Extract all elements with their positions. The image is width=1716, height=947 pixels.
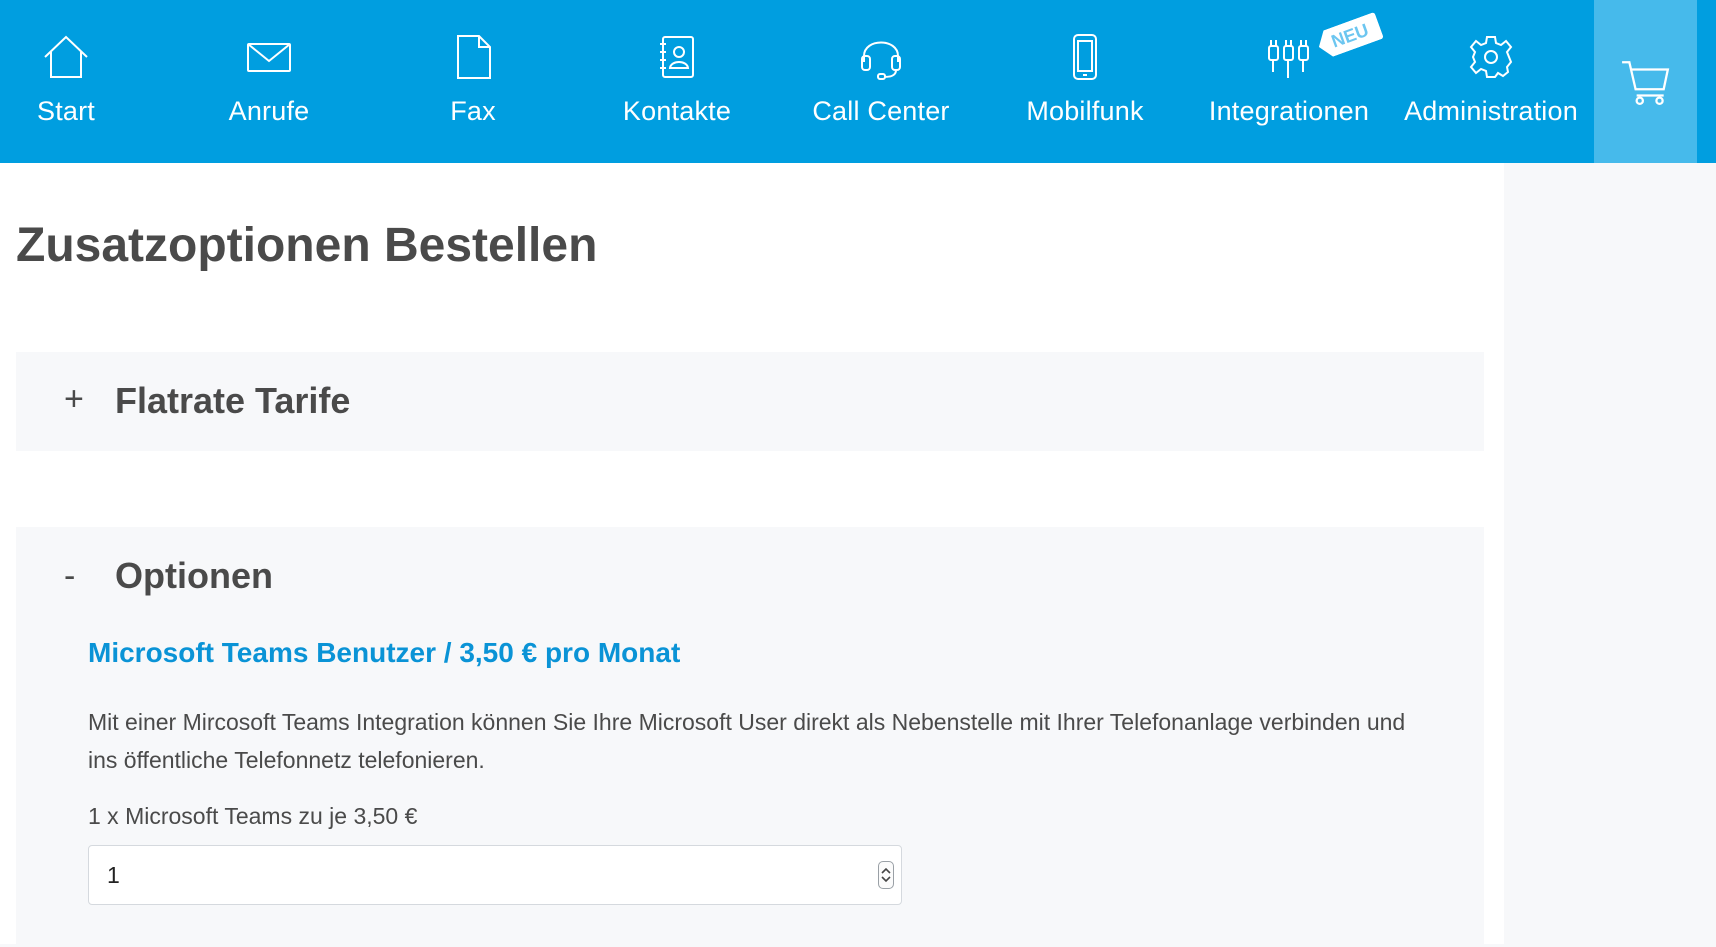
shopping-cart-icon	[1622, 61, 1670, 105]
nav-item-label: Kontakte	[622, 96, 732, 126]
nav-item-fax[interactable]: Fax	[373, 0, 573, 163]
nav-item-mobilfunk[interactable]: Mobilfunk	[985, 0, 1185, 163]
nav-item-call-center[interactable]: Call Center	[781, 0, 981, 163]
new-badge: NEU	[1314, 12, 1384, 60]
document-icon	[446, 30, 500, 84]
nav-item-label: Call Center	[812, 96, 950, 126]
nav-item-label: Administration	[1404, 96, 1578, 126]
panel-title-flatrate[interactable]: Flatrate Tarife	[115, 380, 350, 422]
envelope-icon	[242, 30, 296, 84]
panel-title-optionen[interactable]: Optionen	[115, 555, 273, 597]
nav-item-label: Integrationen	[1208, 96, 1370, 126]
quantity-stepper[interactable]	[878, 861, 894, 889]
nav-item-integrationen[interactable]: NEU Integrationen	[1189, 0, 1389, 163]
nav-item-label: Anrufe	[228, 96, 310, 126]
flatrate-panel: + Flatrate Tarife	[16, 352, 1484, 451]
nav-item-anrufe[interactable]: Anrufe	[169, 0, 369, 163]
home-icon	[39, 30, 93, 84]
nav-item-label: Mobilfunk	[1026, 96, 1144, 126]
chevron-down-icon	[881, 876, 891, 883]
cart-button[interactable]	[1594, 0, 1697, 163]
mobile-phone-icon	[1058, 30, 1112, 84]
collapse-toggle[interactable]: -	[64, 557, 75, 596]
quantity-value: 1	[107, 862, 120, 888]
quantity-label: 1 x Microsoft Teams zu je 3,50 €	[88, 803, 418, 829]
headset-icon	[854, 30, 908, 84]
page-title: Zusatzoptionen Bestellen	[16, 219, 598, 272]
option-description: Mit einer Mircosoft Teams Integration kö…	[88, 709, 1406, 773]
main-content: Zusatzoptionen Bestellen + Flatrate Tari…	[0, 163, 1504, 947]
quantity-input[interactable]: 1	[88, 845, 902, 905]
nav-item-start[interactable]: Start	[0, 0, 166, 163]
nav-item-kontakte[interactable]: Kontakte	[577, 0, 777, 163]
plugs-icon	[1262, 30, 1316, 84]
gear-icon	[1464, 30, 1518, 84]
optionen-panel: - Optionen Microsoft Teams Benutzer / 3,…	[16, 527, 1484, 947]
chevron-up-icon	[881, 867, 891, 874]
nav-item-label: Fax	[450, 96, 496, 126]
nav-item-administration[interactable]: Administration	[1391, 0, 1591, 163]
contacts-book-icon	[650, 30, 704, 84]
right-gutter	[1504, 163, 1716, 944]
nav-item-label: Start	[36, 96, 96, 126]
expand-toggle[interactable]: +	[64, 380, 84, 419]
top-navigation: Start Anrufe Fax Kontakte Call Center Mo…	[0, 0, 1716, 163]
option-title: Microsoft Teams Benutzer / 3,50 € pro Mo…	[88, 637, 681, 668]
